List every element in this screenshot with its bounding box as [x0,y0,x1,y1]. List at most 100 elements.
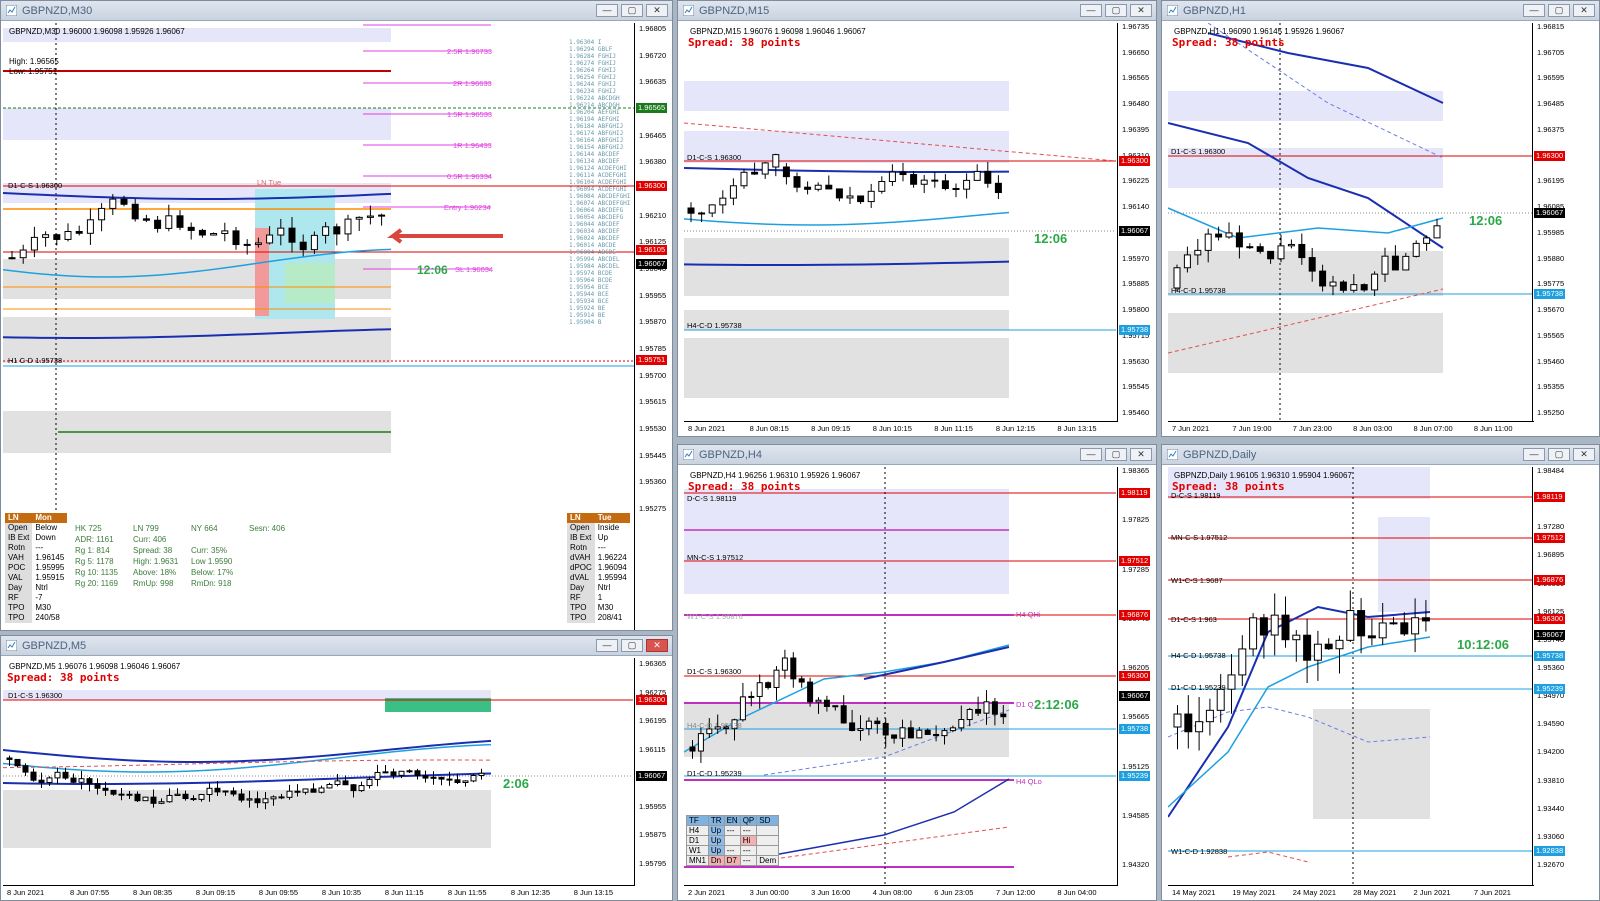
maximize-button[interactable]: ▢ [1548,4,1570,17]
tpo-ladder-row: 1.96004 ABCDE [569,249,616,256]
maximize-button[interactable]: ▢ [621,4,643,17]
m15-chart-area[interactable]: GBPNZD,M15 1.96076 1.96098 1.96046 1.960… [684,22,1156,436]
level-label-h4cd: H4-C-D 1.95738 [687,321,742,330]
minimize-button[interactable]: — [596,4,618,17]
price-axis[interactable]: 1.984841.976701.972801.968951.965101.961… [1532,466,1599,900]
price-tick-label: 1.96365 [639,659,667,668]
candle-body [1412,242,1420,257]
chart-window-m15[interactable]: GBPNZD,M15 — ▢ ✕ GBPNZD,M15 1.96076 1.96… [677,0,1157,437]
price-marker-label: 1.96067 [636,771,668,781]
minimize-button[interactable]: — [1080,448,1102,461]
time-tick-label: 4 Jun 08:00 [872,888,912,897]
tpo-ladder-row: 1.95904 B [569,319,602,326]
time-tick-label: 3 Jun 16:00 [811,888,851,897]
candle-body [422,775,429,779]
daily-chart-area[interactable]: GBPNZD,Daily 1.96105 1.96310 1.95904 1.9… [1168,466,1599,900]
price-tick-label: 1.96465 [639,130,667,140]
m5-price-chart[interactable] [3,658,633,886]
candle-body [438,776,445,780]
profile-cell: 1.95915 [35,573,65,582]
time-tick-label: 8 Jun 11:15 [934,424,973,433]
trend-cell [756,845,780,856]
price-tick-label: 1.93440 [1537,803,1565,813]
profile-cell: 1 [597,593,603,602]
maximize-button[interactable]: ▢ [1548,448,1570,461]
maximize-button[interactable]: ▢ [621,639,643,652]
minimize-button[interactable]: — [1523,4,1545,17]
h4-chart-area[interactable]: GBPNZD,H4 1.96256 1.96310 1.95926 1.9606… [684,466,1156,900]
candle-body [378,214,386,217]
maximize-button[interactable]: ▢ [1105,448,1127,461]
candle-body [118,793,125,796]
daily-price-chart[interactable] [1168,467,1532,886]
close-button[interactable]: ✕ [1130,448,1152,461]
candle-body [790,657,797,680]
time-axis[interactable]: 8 Jun 2021 8 Jun 08:15 8 Jun 09:15 8 Jun 10… [684,421,1118,436]
chart-window-h1[interactable]: GBPNZD,H1 — ▢ ✕ GBPNZD,H1 1.96090 1.9614… [1161,0,1600,437]
maximize-button[interactable]: ▢ [1105,4,1127,17]
time-axis[interactable]: 7 Jun 2021 7 Jun 19:00 7 Jun 23:00 8 Jun 03… [1168,421,1534,436]
candle-body [1173,713,1182,728]
stats-cell: Above: 18% [133,568,177,577]
price-axis[interactable]: 1.968051.967201.966351.965501.964651.963… [634,23,672,630]
time-axis[interactable]: 2 Jun 2021 3 Jun 00:00 3 Jun 16:00 4 Jun 08… [684,885,1118,900]
candle-body [454,779,461,784]
minimize-button[interactable]: — [596,639,618,652]
close-button[interactable]: ✕ [1573,448,1595,461]
candle-body [366,778,373,787]
profile-cell: VAL [5,573,33,583]
stats-row: Rg 1: 814 Spread: 38 Curr: 35% [75,545,307,556]
close-button[interactable]: ✕ [646,4,668,17]
trend-header-cell: TR [707,815,725,826]
window-titlebar[interactable]: GBPNZD,M5 — ▢ ✕ [1,636,672,656]
chart-window-m5[interactable]: GBPNZD,M5 — ▢ ✕ GBPNZD,M5 1.96076 1.9609… [0,635,673,901]
tpo-ladder-row: 1.95974 BCDE [569,270,613,277]
m15-price-chart[interactable] [684,23,1116,422]
tpo-ladder-row: 1.96194 AEFGHI [569,116,620,123]
price-axis[interactable]: 1.983651.978251.972851.967451.962051.956… [1117,466,1156,900]
profile-cell: dVAL [567,573,595,583]
m5-chart-area[interactable]: GBPNZD,M5 1.96076 1.96098 1.96046 1.9606… [3,658,672,900]
chart-window-daily[interactable]: GBPNZD,Daily — ▢ ✕ GBPNZD,Daily 1.96105 … [1161,444,1600,901]
close-button[interactable]: ✕ [646,639,668,652]
candle-body [158,801,165,804]
time-tick-label: 19 May 2021 [1232,888,1276,897]
time-axis[interactable]: 14 May 2021 19 May 2021 24 May 2021 28 May … [1168,885,1534,900]
price-marker-label: 1.96067 [1119,691,1151,701]
m30-chart-area[interactable]: GBPNZD,M30 1.96000 1.96098 1.95926 1.960… [3,23,672,630]
h1-chart-area[interactable]: GBPNZD,H1 1.96090 1.96145 1.95926 1.9606… [1168,22,1599,436]
candle-body [1281,614,1290,641]
price-marker-label: 1.96300 [1534,151,1566,161]
tpo-ladder-row: 1.96184 ABFGHIJ [569,123,624,130]
candle-body [1335,639,1344,650]
minimize-button[interactable]: — [1080,4,1102,17]
chart-window-m30[interactable]: GBPNZD,M30 — ▢ ✕ GBPNZD,M30 1.96000 1.96… [0,0,673,631]
candle-body [1000,713,1007,718]
profile-cell: TPO [567,613,595,623]
time-axis[interactable]: 8 Jun 2021 8 Jun 07:55 8 Jun 08:35 8 Jun 09… [3,885,635,900]
trend-cell: W1 [686,845,709,856]
window-titlebar[interactable]: GBPNZD,H4 — ▢ ✕ [678,445,1156,465]
price-axis[interactable]: 1.963651.962751.961951.961151.960351.959… [634,658,672,900]
chart-window-h4[interactable]: GBPNZD,H4 — ▢ ✕ GBPNZD,H4 1.96256 1.9631… [677,444,1157,901]
window-titlebar[interactable]: GBPNZD,M15 — ▢ ✕ [678,1,1156,21]
candle-body [891,734,898,739]
trend-cell: --- [723,845,741,856]
close-button[interactable]: ✕ [1573,4,1595,17]
window-titlebar[interactable]: GBPNZD,Daily — ▢ ✕ [1162,445,1599,465]
price-axis[interactable]: 1.968151.967051.965951.964851.963751.962… [1532,22,1599,436]
price-axis[interactable]: 1.96735 1.96650 1.96565 1.96480 1.96395 1.963… [1117,22,1156,436]
close-button[interactable]: ✕ [1130,4,1152,17]
trend-header-cell: SD [756,815,780,826]
price-tick-label: 1.95870 [639,317,667,327]
candle-body [952,187,960,190]
candle-body [126,793,133,796]
stats-cell: Curr: 35% [191,546,228,555]
chart-window-icon [6,640,17,651]
time-tick-label: 8 Jun 09:15 [811,424,851,433]
candle-body [931,179,939,182]
minimize-button[interactable]: — [1523,448,1545,461]
window-titlebar[interactable]: GBPNZD,H1 — ▢ ✕ [1162,1,1599,21]
candle-body [1402,255,1410,271]
window-titlebar[interactable]: GBPNZD,M30 — ▢ ✕ [1,1,672,21]
